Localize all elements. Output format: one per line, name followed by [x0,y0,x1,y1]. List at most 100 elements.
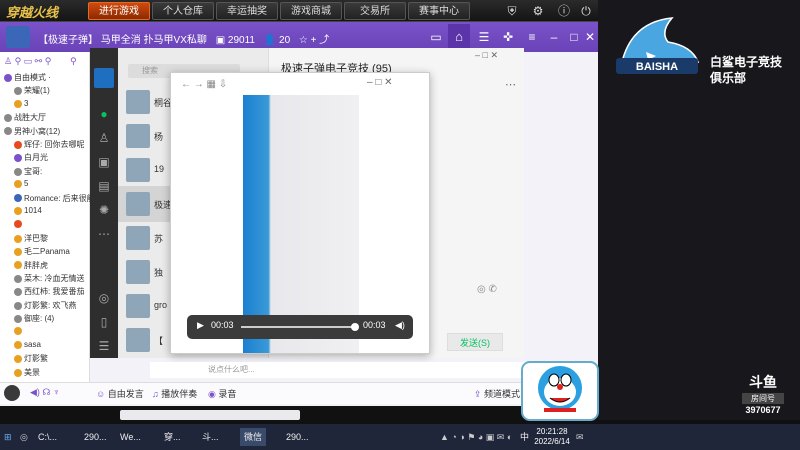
volume-icon[interactable]: ◀) [395,320,405,331]
chat-list-name: 苏 [154,234,164,244]
viewer-toolbar[interactable]: ← → ▦ ⇩ [181,79,227,90]
room-id: 29011 [227,35,255,46]
taskbar-item[interactable]: 穿... [160,428,185,446]
avatar [126,192,150,216]
channel-item[interactable]: 西红柿: 我爱番茄 [14,286,100,297]
free-speech-button[interactable]: ☺ 自由发言 [96,387,144,400]
gear-icon[interactable]: ⚙ [530,3,546,19]
chat-more-icon[interactable]: ⋯ [505,78,516,91]
taskbar-item[interactable]: 微信 [240,428,267,446]
video-viewer-window: ← → ▦ ⇩ – □ ✕ ▶ 00:03 00:03 ◀) [170,72,430,354]
power-icon[interactable]: ⏻ [578,3,594,19]
search-icon[interactable]: ⚲ [70,56,77,67]
tab-shop[interactable]: 游戏商城 [280,2,342,20]
chat-input[interactable]: 说点什么吧... [150,362,540,378]
tab-play-game[interactable]: 进行游戏 [88,2,150,20]
channel-item[interactable]: 3 [14,99,100,108]
club-name-line1: 白鲨电子竞技 [710,55,783,69]
notification-icon[interactable]: ✉ [576,428,584,446]
speaker-icon[interactable]: ◀) ☊ ♆ [30,387,60,398]
taskbar-clock[interactable]: 20:21:28 2022/6/14 [528,427,576,447]
tab-events[interactable]: 赛事中心 [408,2,470,20]
channel-item[interactable]: sasa [14,340,100,349]
taskbar-item[interactable]: 290... [80,428,111,446]
chat-window-controls[interactable]: – □ ✕ [475,50,498,61]
phone-icon[interactable]: ▯ [96,314,112,330]
room-title-text: 【极速子弹】 马甲全消 扑马甲VX私聊 [38,35,207,46]
channel-item[interactable] [14,219,100,229]
moments-icon[interactable]: ✺ [96,202,112,218]
channel-item[interactable]: 辉仔: 回你去哪呢 [14,139,100,150]
channel-item[interactable]: 菜木: 冷血无情送 [14,273,100,284]
channel-item[interactable]: Romance: 后来很能 [14,193,100,204]
video-icon[interactable]: ▭ [428,29,444,45]
channel-item[interactable]: 洋巴黎 [14,233,100,244]
list-icon[interactable]: ☰ [476,29,492,45]
channel-item[interactable]: 胖胖虎 [14,260,100,271]
user-badge-icon [14,274,22,283]
emoji-icon[interactable]: ◎ ✆ [477,284,497,295]
taskbar-item[interactable]: 斗... [198,428,223,446]
info-icon[interactable]: ⓘ [556,3,572,19]
channel-item[interactable]: 自由模式 · [4,72,90,83]
maximize-icon[interactable]: □ [566,29,582,45]
shield-icon[interactable]: ⛨ [504,3,520,19]
tab-warehouse[interactable]: 个人仓库 [152,2,214,20]
close-icon[interactable]: ✕ [582,29,598,45]
tray-icons[interactable]: ▲ ◔ ◑ ⚑ ◕ ▣ ✉ ◐ [440,428,512,446]
tab-lottery[interactable]: 幸运抽奖 [216,2,278,20]
taskbar-item[interactable]: 290... [282,428,313,446]
channel-tools[interactable]: ♙ ⚲ ▭ ⚯ ⚲ [4,56,51,67]
settings-menu-icon[interactable]: ☰ [96,338,112,354]
channel-item[interactable]: 美景 [14,367,100,378]
channel-item[interactable]: 御座: (4) [14,313,100,324]
taskbar-item[interactable]: We... [116,428,145,446]
channel-item[interactable]: 男神小窝(12) [4,126,90,137]
channel-item[interactable]: 灯影繁 [14,353,100,364]
viewer-window-controls[interactable]: – □ ✕ [367,77,393,88]
play-icon[interactable]: ▶ [197,320,204,331]
send-button[interactable]: 发送(S) [447,333,503,351]
miniprogram-icon[interactable]: ◎ [96,290,112,306]
avatar[interactable] [6,26,30,48]
taskbar-item[interactable]: C:\... [34,428,61,446]
user-badge-icon [14,261,22,270]
channel-item[interactable]: 5 [14,179,100,188]
channel-item[interactable]: 战胜大厅 [4,112,90,123]
box-icon[interactable]: ▣ [96,154,112,170]
star-icon[interactable]: ☆ [299,35,308,46]
channel-item[interactable]: 毛二Panama [14,246,100,257]
room-label: 房间号 [742,393,784,404]
gamepad-icon[interactable]: ✜ [500,29,516,45]
seek-track[interactable] [241,326,355,328]
club-name-line2: 俱乐部 [710,71,747,85]
accompany-button[interactable]: ♫ 播放伴奏 [152,387,197,400]
clock-date: 2022/6/14 [534,437,570,446]
more-icon[interactable]: ⋯ [96,226,112,242]
channel-item[interactable]: 荣耀(1) [14,85,100,96]
wechat-avatar[interactable] [94,68,114,88]
share-icon[interactable]: ⤴ [319,35,329,46]
home-button[interactable]: ⌂ [448,24,470,50]
minimize-icon[interactable]: – [546,29,562,45]
video-controls: ▶ 00:03 00:03 ◀) [187,315,413,339]
tab-exchange[interactable]: 交易所 [344,2,406,20]
channel-item[interactable]: 灯影繁: 欢飞燕 [14,300,100,311]
record-button[interactable]: ◉ 录音 [208,387,236,400]
windows-start-icon[interactable]: ⊞ [4,428,12,446]
seek-handle[interactable] [351,323,359,331]
avatar[interactable] [4,385,20,401]
channel-mode-button[interactable]: ⇪ 频道模式 [474,387,520,400]
user-badge-icon [14,288,22,297]
menu-icon[interactable]: ≡ [524,29,540,45]
taskbar-search-icon[interactable]: ◎ [20,428,28,446]
channel-item[interactable]: 白月光 [14,152,100,163]
chat-icon[interactable]: ● [96,106,112,122]
folder-icon[interactable]: ▤ [96,178,112,194]
channel-item[interactable] [14,327,100,336]
channel-item[interactable]: 1014 [14,206,100,215]
contacts-icon[interactable]: ♙ [96,130,112,146]
plus-icon[interactable]: + [311,35,317,46]
channel-item[interactable]: 宝哥: [14,166,100,177]
scrollbar[interactable] [120,410,300,420]
